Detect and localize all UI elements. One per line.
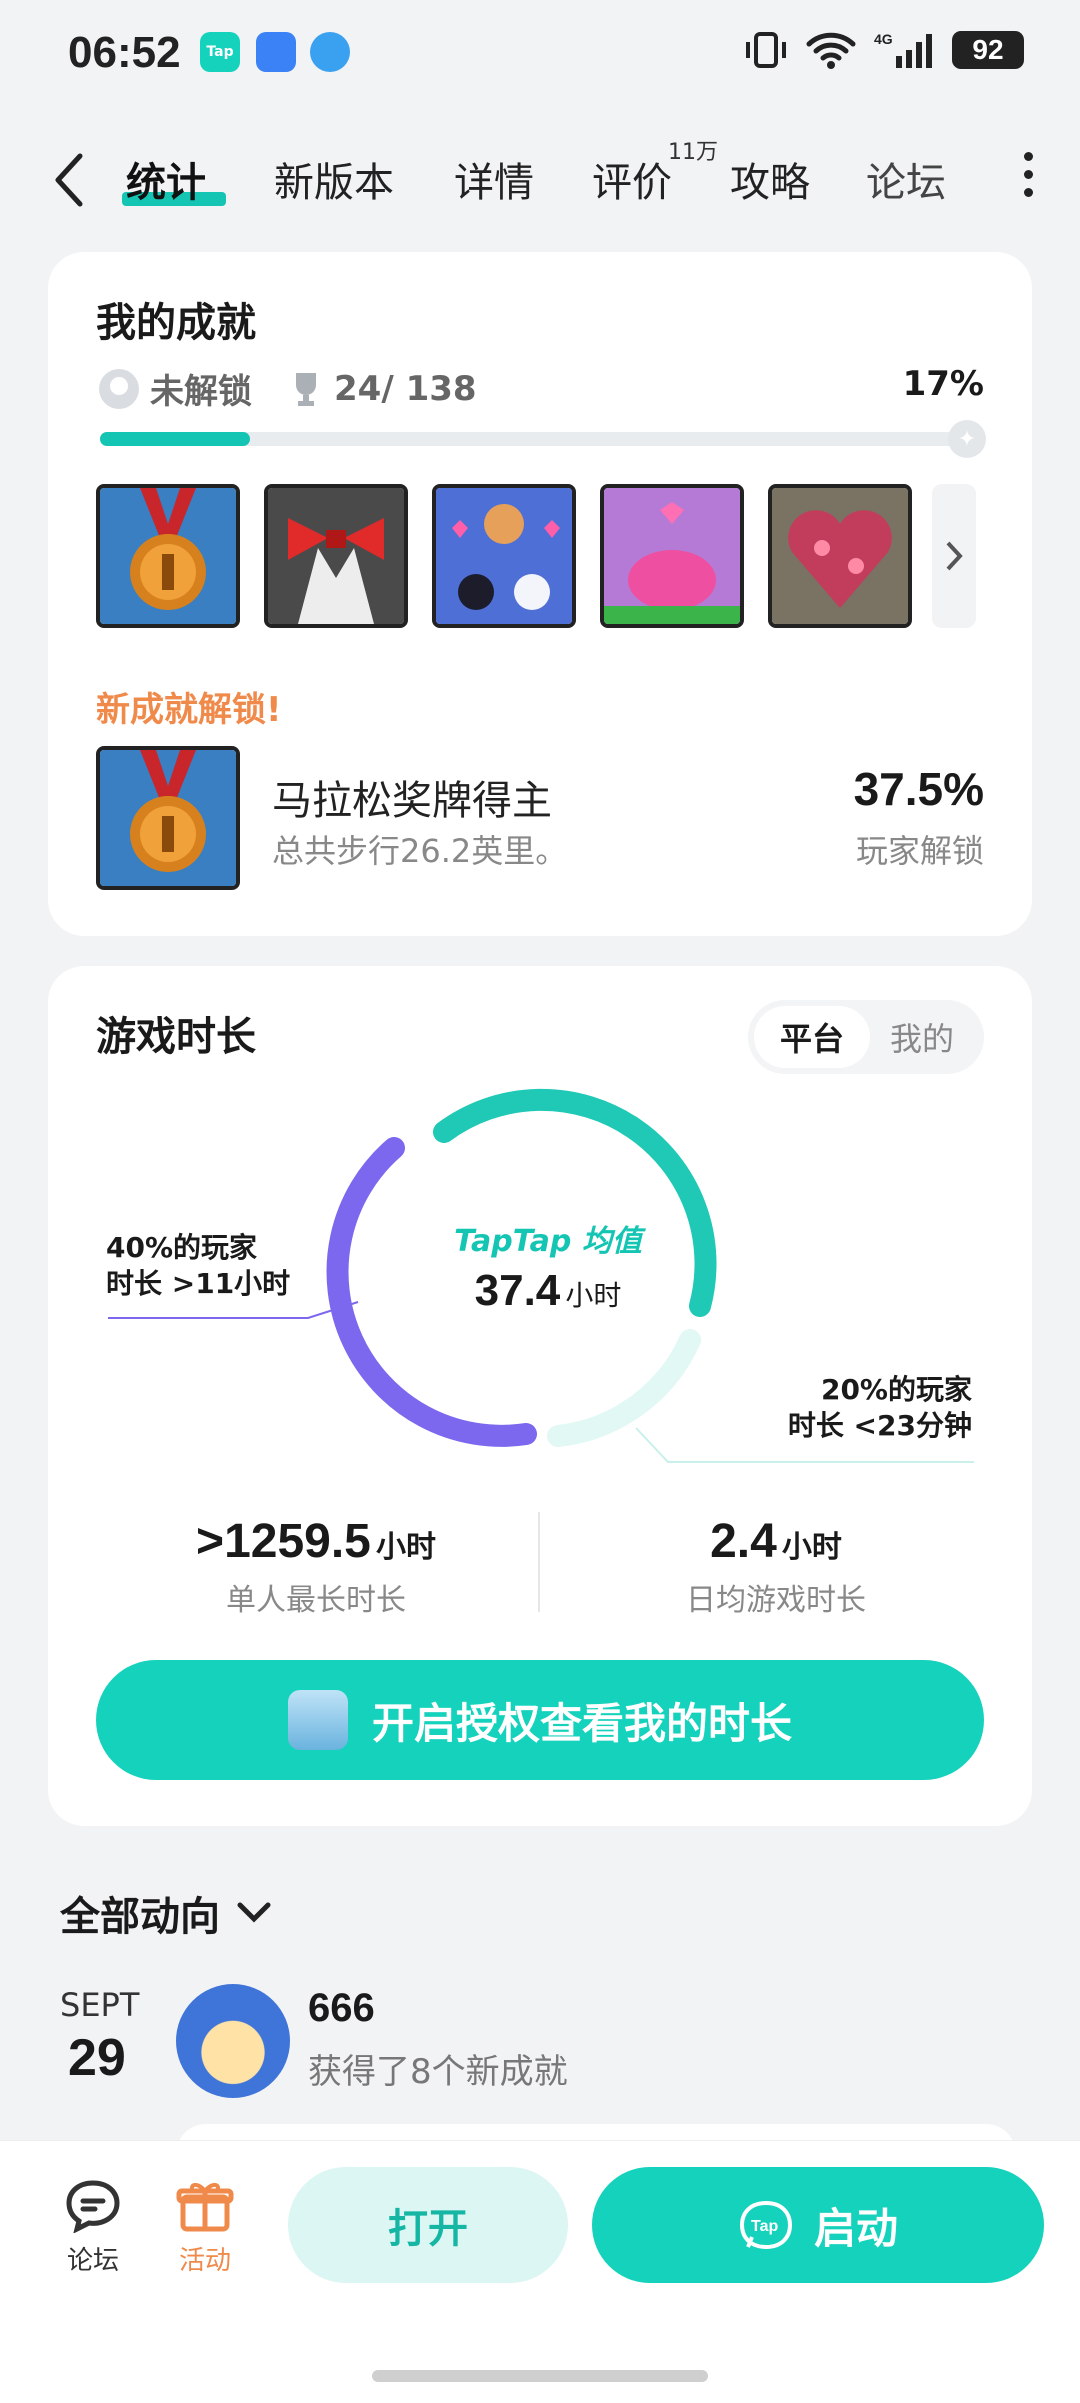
daily-playtime-label: 日均游戏时长: [686, 1583, 866, 1618]
achievements-title: 我的成就: [96, 300, 256, 346]
status-time: 06:52: [68, 28, 181, 77]
start-button-label: 启动: [813, 2203, 898, 2253]
pets-hearts-badge[interactable]: [432, 484, 576, 628]
stat-divider: [538, 1512, 540, 1612]
back-arrow-icon[interactable]: [50, 150, 90, 210]
tab-details[interactable]: 详情: [454, 150, 534, 208]
taptap-app-icon: Tap: [200, 32, 240, 72]
pink-slime-badge[interactable]: [600, 484, 744, 628]
tab-new-version[interactable]: 新版本: [274, 150, 394, 208]
right-annotation-line2: 时长 <23分钟: [787, 1409, 972, 1442]
average-playtime-value: 37.4: [474, 1266, 561, 1315]
tab-forum[interactable]: 论坛: [866, 150, 946, 208]
tab-bar: 统计 新版本 详情 评价 11万 攻略 论坛: [0, 140, 1080, 220]
achievement-progress-fill: [100, 432, 250, 446]
new-achievement-desc: 总共步行26.2英里。: [272, 832, 568, 870]
right-annotation: 20%的玩家 时长 <23分钟: [788, 1372, 972, 1444]
tab-statistics[interactable]: 统计: [126, 150, 206, 208]
feed-activity-desc: 获得了8个新成就: [308, 2052, 568, 2092]
feed-username[interactable]: 666: [308, 1986, 375, 2031]
feed-title: 全部动向: [60, 1894, 220, 1940]
forum-nav-label: 论坛: [66, 2246, 119, 2276]
chat-bubble-icon: [66, 2180, 120, 2234]
achievement-badges: [96, 484, 912, 628]
open-button[interactable]: 打开: [288, 2167, 568, 2283]
authorize-button-label: 开启授权查看我的时长: [371, 1698, 792, 1748]
activity-nav-button[interactable]: 活动: [160, 2177, 250, 2277]
new-achievement-name: 马拉松奖牌得主: [272, 778, 552, 824]
max-playtime-value: >1259.5: [196, 1515, 371, 1568]
tab-reviews[interactable]: 评价: [592, 150, 672, 208]
feed-date-month: SEPT: [60, 1986, 140, 2024]
taptap-average-label: TapTap 均值: [454, 1224, 642, 1259]
forum-nav-button[interactable]: 论坛: [48, 2177, 138, 2277]
start-button[interactable]: Tap 启动: [592, 2167, 1044, 2283]
trophy-icon: [296, 372, 316, 406]
new-achievement-rate: 37.5%: [853, 763, 984, 815]
left-annotation-line: [108, 1301, 359, 1319]
daily-playtime-stat: 2.4 小时 日均游戏时长: [556, 1514, 996, 1619]
daily-playtime-unit: 小时: [781, 1530, 842, 1565]
game-icon: [287, 1690, 348, 1750]
status-bar: 06:52 Tap 4G 92: [0, 0, 1080, 105]
bottom-action-bar: 论坛 活动 打开 Tap 启动: [0, 2140, 1080, 2403]
achievements-card: 我的成就 未解锁 24/ 138 17% ✦ 新成就解锁! 马拉松奖牌得主 总共: [48, 252, 1032, 936]
achievement-count: 24/ 138: [334, 368, 477, 409]
feed-filter[interactable]: 全部动向: [60, 1884, 272, 1942]
achievement-percent: 17%: [902, 364, 984, 404]
max-playtime-unit: 小时: [375, 1530, 436, 1565]
weather-app-icon: [256, 32, 296, 72]
crystal-heart-badge[interactable]: [768, 484, 912, 628]
taptap-logo-icon: Tap: [739, 2200, 792, 2250]
average-playtime-unit: 小时: [565, 1279, 622, 1312]
reviews-count-badge: 11万: [668, 140, 718, 165]
max-playtime-stat: >1259.5 小时 单人最长时长: [96, 1514, 536, 1619]
donut-segment-light: [547, 1329, 701, 1447]
cellular-signal-icon: 4G: [874, 31, 932, 68]
browser-app-icon: [310, 32, 350, 72]
progress-end-star-icon: ✦: [948, 420, 986, 458]
achievement-progress-bar: ✦: [100, 420, 986, 458]
average-playtime: 37.4 小时: [428, 1266, 668, 1316]
locked-label: 未解锁: [150, 372, 252, 412]
vibrate-icon: [746, 32, 786, 68]
chevron-right-icon: [946, 541, 963, 571]
chevron-down-icon: [237, 1902, 271, 1923]
playtime-card: 游戏时长 平台 我的 TapTap 均值 37.4 小时 40%的玩家 时长 >…: [48, 966, 1032, 1826]
left-annotation-line2: 时长 >11小时: [106, 1267, 291, 1300]
new-achievement-label: 新成就解锁!: [96, 690, 282, 730]
feed-date-day: 29: [68, 2029, 126, 2087]
status-icons: 4G 92: [744, 30, 1024, 70]
bowtie-badge[interactable]: [264, 484, 408, 628]
wifi-icon: [806, 32, 856, 69]
svg-text:Tap: Tap: [751, 2218, 778, 2235]
max-playtime-label: 单人最长时长: [226, 1583, 406, 1618]
gift-icon: [176, 2183, 234, 2232]
left-annotation: 40%的玩家 时长 >11小时: [106, 1230, 290, 1302]
achievements-meta: 未解锁 24/ 138: [96, 364, 477, 413]
activity-nav-label: 活动: [178, 2246, 231, 2276]
authorize-playtime-button[interactable]: 开启授权查看我的时长: [96, 1660, 984, 1780]
right-annotation-line1: 20%的玩家: [820, 1373, 972, 1406]
new-achievement-rate-label: 玩家解锁: [855, 832, 984, 870]
tab-guides[interactable]: 攻略: [730, 150, 810, 208]
left-annotation-line1: 40%的玩家: [106, 1231, 258, 1264]
daily-playtime-value: 2.4: [710, 1515, 777, 1568]
battery-indicator: 92: [952, 31, 1024, 69]
locked-achievement-icon: [99, 368, 139, 409]
marathon-medal-badge[interactable]: [96, 484, 240, 628]
avatar[interactable]: [176, 1984, 290, 2098]
badges-next-button[interactable]: [932, 484, 976, 628]
svg-text:4G: 4G: [874, 31, 893, 47]
more-options-icon[interactable]: [1024, 152, 1036, 206]
home-indicator: [372, 2370, 708, 2382]
new-achievement-badge[interactable]: [96, 746, 240, 890]
